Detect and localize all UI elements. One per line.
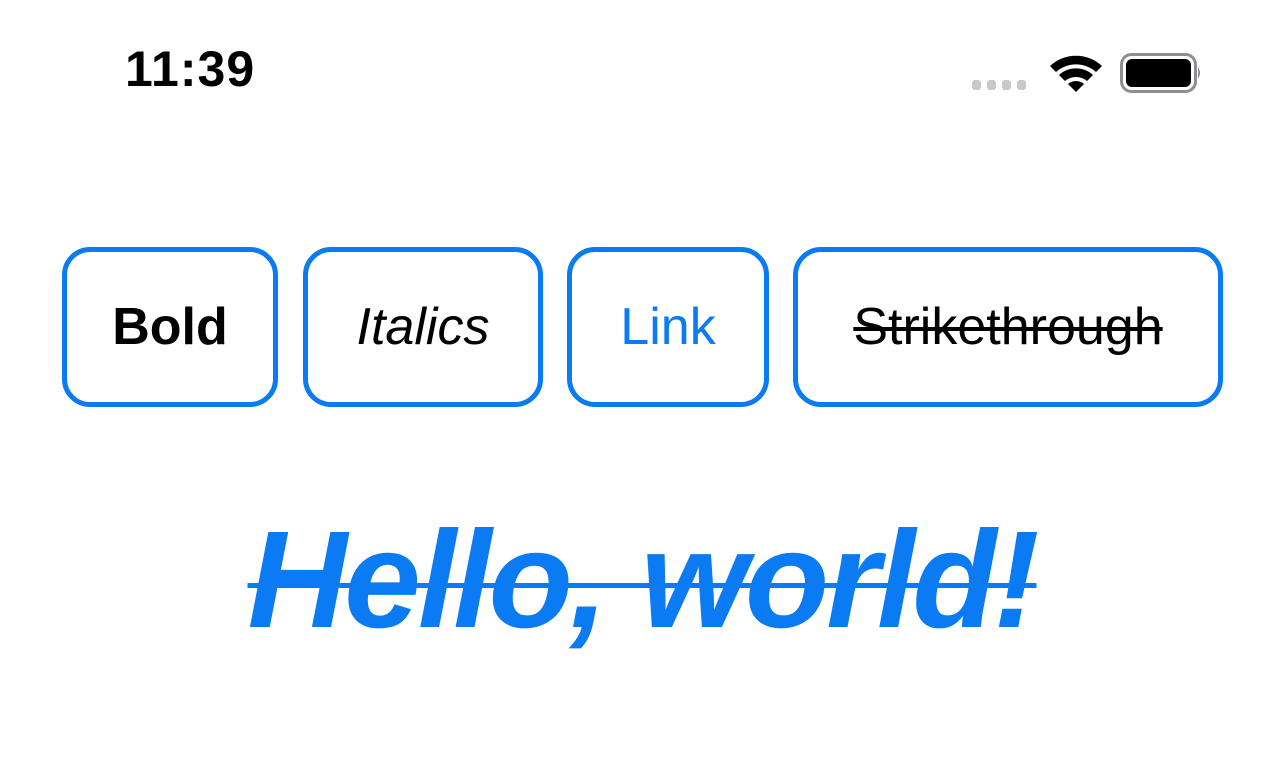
italics-button[interactable]: Italics (303, 247, 543, 407)
battery-icon (1120, 53, 1200, 93)
wifi-icon (1050, 55, 1102, 92)
status-bar: 11:39 (0, 0, 1284, 140)
strikethrough-button[interactable]: Strikethrough (793, 247, 1223, 407)
cellular-signal-icon (972, 80, 1026, 90)
styled-text-preview: Hello, world! (247, 503, 1040, 657)
status-time: 11:39 (125, 41, 256, 97)
link-button[interactable]: Link (567, 247, 769, 407)
bold-button[interactable]: Bold (62, 247, 278, 407)
